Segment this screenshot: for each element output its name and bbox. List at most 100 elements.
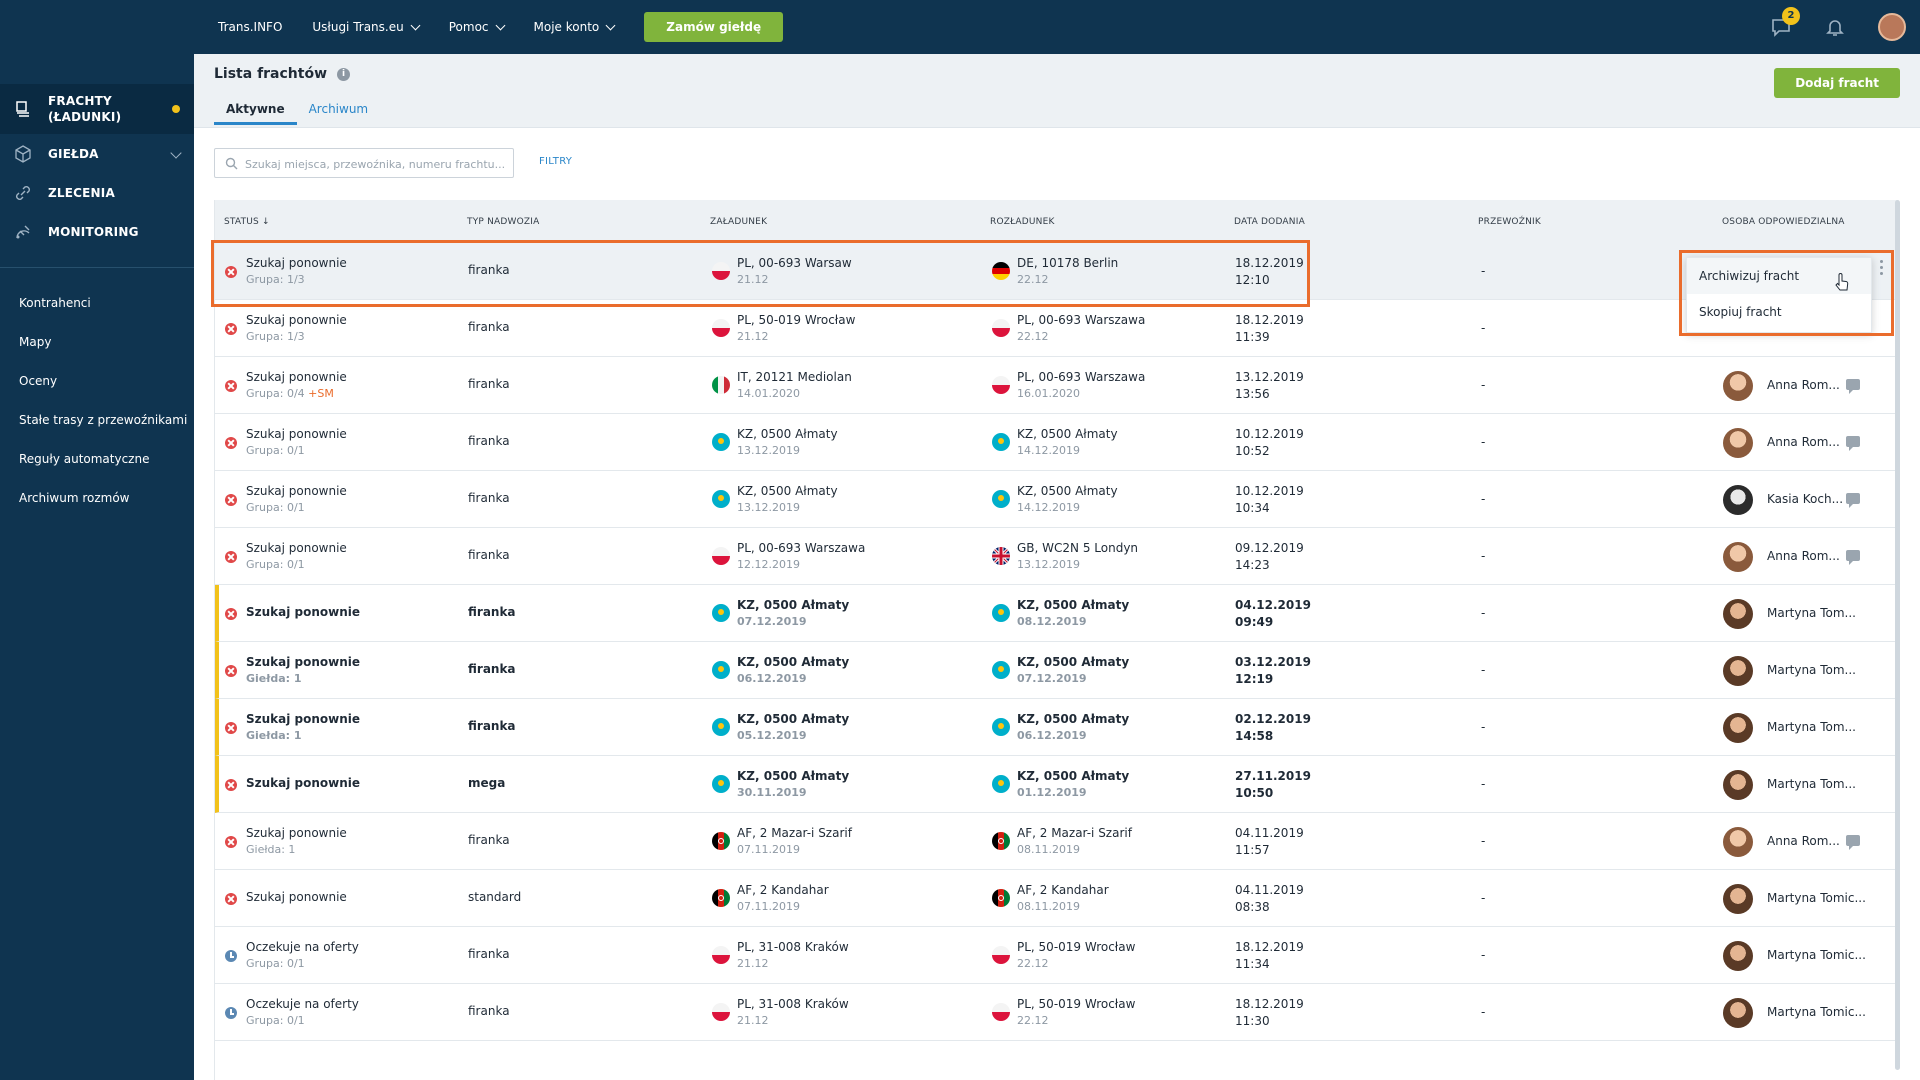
add-freight-button[interactable]: Dodaj fracht	[1774, 68, 1900, 98]
table-row[interactable]: Szukaj ponownie Giełda: 1 firanka KZ, 0500 …	[215, 642, 1898, 699]
body-type-cell: firanka	[468, 1004, 510, 1018]
topnav-moje-konto[interactable]: Moje konto	[534, 20, 616, 34]
table-row[interactable]: Oczekuje na oferty Grupa: 0/1 firanka PL, 3…	[215, 984, 1898, 1041]
sidebar-item-label: FRACHTY (ŁADUNKI)	[48, 94, 122, 124]
responsible-person[interactable]: Anna Rom...	[1767, 549, 1840, 563]
clock-icon	[225, 1007, 237, 1019]
kz-flag-icon	[992, 433, 1010, 451]
unloading-date: 13.12.2019	[1017, 558, 1080, 571]
responsible-person[interactable]: Martyna Tomic...	[1767, 1005, 1866, 1019]
search-input[interactable]	[245, 155, 505, 173]
table-row[interactable]: Szukaj ponownie Grupa: 0/1 firanka KZ, 0500…	[215, 471, 1898, 528]
loading-date: 21.12	[737, 1014, 769, 1027]
topnav-transinfo[interactable]: Trans.INFO	[218, 20, 282, 34]
unloading-place: KZ, 0500 Ałmaty	[1017, 655, 1130, 669]
chat-icon[interactable]	[1846, 436, 1860, 451]
sidebar-link-stale-trasy[interactable]: Stałe trasy z przewoźnikami	[0, 401, 194, 440]
chat-icon[interactable]	[1846, 493, 1860, 508]
topnav-uslugi[interactable]: Usługi Trans.eu	[312, 20, 421, 34]
chevron-down-icon[interactable]	[170, 146, 182, 159]
responsible-person[interactable]: Martyna Tom...	[1767, 606, 1856, 620]
sidebar-item-frachty[interactable]: FRACHTY (ŁADUNKI)	[0, 84, 194, 134]
table-row[interactable]: Szukaj ponownie firanka KZ, 0500 Ałmaty 07.…	[215, 585, 1898, 642]
table-row[interactable]: Szukaj ponownie mega KZ, 0500 Ałmaty 30.11.…	[215, 756, 1898, 813]
status-cell: Oczekuje na oferty Grupa: 0/1	[246, 940, 359, 970]
responsible-person[interactable]: Anna Rom...	[1767, 435, 1840, 449]
copy-freight-menu-item[interactable]: Skopiuj fracht	[1687, 294, 1871, 330]
messages-badge: 2	[1782, 7, 1800, 25]
table-row[interactable]: Oczekuje na oferty Grupa: 0/1 firanka PL, 3…	[215, 927, 1898, 984]
status-text: Oczekuje na oferty	[246, 997, 359, 1011]
unloading-place: GB, WC2N 5 Londyn	[1017, 541, 1139, 555]
sidebar-item-zlecenia[interactable]: ZLECENIA	[0, 173, 194, 212]
user-avatar[interactable]	[1878, 13, 1906, 41]
unloading-date: 14.12.2019	[1017, 501, 1080, 514]
column-header-status[interactable]: STATUS ↓	[224, 217, 270, 227]
responsible-person[interactable]: Martyna Tom...	[1767, 663, 1856, 677]
loading-place: PL, 00-693 Warszawa	[737, 541, 866, 555]
responsible-person[interactable]: Anna Rom...	[1767, 834, 1840, 848]
date-added: 18.12.2019	[1235, 997, 1304, 1011]
info-icon[interactable]: i	[337, 67, 351, 81]
responsible-person[interactable]: Martyna Tom...	[1767, 777, 1856, 791]
pl-flag-icon	[992, 376, 1010, 394]
time-added: 12:10	[1235, 273, 1270, 287]
sidebar-link-mapy[interactable]: Mapy	[0, 323, 194, 362]
unloading-place: AF, 2 Mazar-i Szarif	[1017, 826, 1132, 840]
sidebar-item-monitoring[interactable]: MONITORING	[0, 212, 194, 251]
table-row[interactable]: Szukaj ponownie standard AF, 2 Kandahar 07.…	[215, 870, 1898, 927]
time-added: 10:34	[1235, 501, 1270, 515]
loading-date: 13.12.2019	[737, 444, 800, 457]
order-exchange-button[interactable]: Zamów giełdę	[644, 12, 784, 42]
kz-flag-icon	[992, 661, 1010, 679]
hand-cursor-icon	[1835, 273, 1849, 291]
table-row[interactable]: Szukaj ponownie Giełda: 1 firanka KZ, 0500 …	[215, 699, 1898, 756]
table-row[interactable]: Szukaj ponownie Grupa: 1/3 firanka PL, 50-0…	[215, 300, 1898, 357]
sidebar-link-reguly[interactable]: Reguły automatyczne	[0, 440, 194, 479]
table-scrollbar[interactable]	[1895, 200, 1900, 1070]
sidebar-link-archiwum-rozmow[interactable]: Archiwum rozmów	[0, 479, 194, 518]
notifications-button[interactable]	[1824, 16, 1846, 38]
unloading-cell: PL, 00-693 Warszawa 16.01.2020	[1017, 370, 1145, 400]
filters-button[interactable]: FILTRY	[539, 156, 572, 167]
tab-archiwum[interactable]: Archiwum	[297, 102, 381, 125]
table-row[interactable]: Szukaj ponownie Grupa: 0/4 +SM firanka IT, …	[215, 357, 1898, 414]
unloading-cell: KZ, 0500 Ałmaty 06.12.2019	[1017, 712, 1129, 742]
chat-icon[interactable]	[1846, 835, 1860, 850]
sidebar-link-oceny[interactable]: Oceny	[0, 362, 194, 401]
loading-place: AF, 2 Kandahar	[737, 883, 829, 897]
tab-aktywne[interactable]: Aktywne	[214, 102, 297, 125]
carrier-cell: -	[1481, 492, 1486, 506]
status-text: Szukaj ponownie	[246, 605, 361, 619]
more-options-icon[interactable]	[1880, 260, 1884, 278]
table-row[interactable]: Szukaj ponownie Grupa: 0/1 firanka PL, 00-6…	[215, 528, 1898, 585]
unloading-place: KZ, 0500 Ałmaty	[1017, 598, 1130, 612]
person-avatar	[1723, 428, 1753, 458]
table-row[interactable]: Szukaj ponownie Giełda: 1 firanka AF, 2 Maz…	[215, 813, 1898, 870]
loading-date: 07.12.2019	[737, 615, 807, 628]
status-text: Szukaj ponownie	[246, 712, 361, 726]
sidebar-item-gielda[interactable]: GIEŁDA	[0, 134, 194, 173]
topnav-pomoc[interactable]: Pomoc	[449, 20, 505, 34]
body-type-cell: firanka	[468, 320, 510, 334]
responsible-person[interactable]: Martyna Tomic...	[1767, 891, 1866, 905]
responsible-person[interactable]: Martyna Tomic...	[1767, 948, 1866, 962]
chevron-down-icon	[605, 20, 616, 30]
status-subtext: Grupa: 0/1	[246, 558, 305, 571]
table-row[interactable]: Szukaj ponownie Grupa: 1/3 firanka PL, 00-6…	[215, 243, 1898, 300]
status-cell: Szukaj ponownie Grupa: 0/4 +SM	[246, 370, 347, 400]
table-row[interactable]: Szukaj ponownie Grupa: 0/1 firanka KZ, 0500…	[215, 414, 1898, 471]
chat-icon[interactable]	[1846, 379, 1860, 394]
date-added: 27.11.2019	[1235, 769, 1311, 783]
sidebar-link-kontrahenci[interactable]: Kontrahenci	[0, 284, 194, 323]
sidebar-item-label: GIEŁDA	[48, 146, 99, 161]
chat-icon[interactable]	[1846, 550, 1860, 565]
person-avatar	[1723, 884, 1753, 914]
date-added: 04.12.2019	[1235, 598, 1311, 612]
messages-button[interactable]: 2	[1770, 7, 1800, 38]
carrier-cell: -	[1481, 321, 1486, 335]
responsible-person[interactable]: Anna Rom...	[1767, 378, 1840, 392]
time-added: 11:39	[1235, 330, 1270, 344]
responsible-person[interactable]: Martyna Tom...	[1767, 720, 1856, 734]
responsible-person[interactable]: Kasia Koch...	[1767, 492, 1843, 506]
